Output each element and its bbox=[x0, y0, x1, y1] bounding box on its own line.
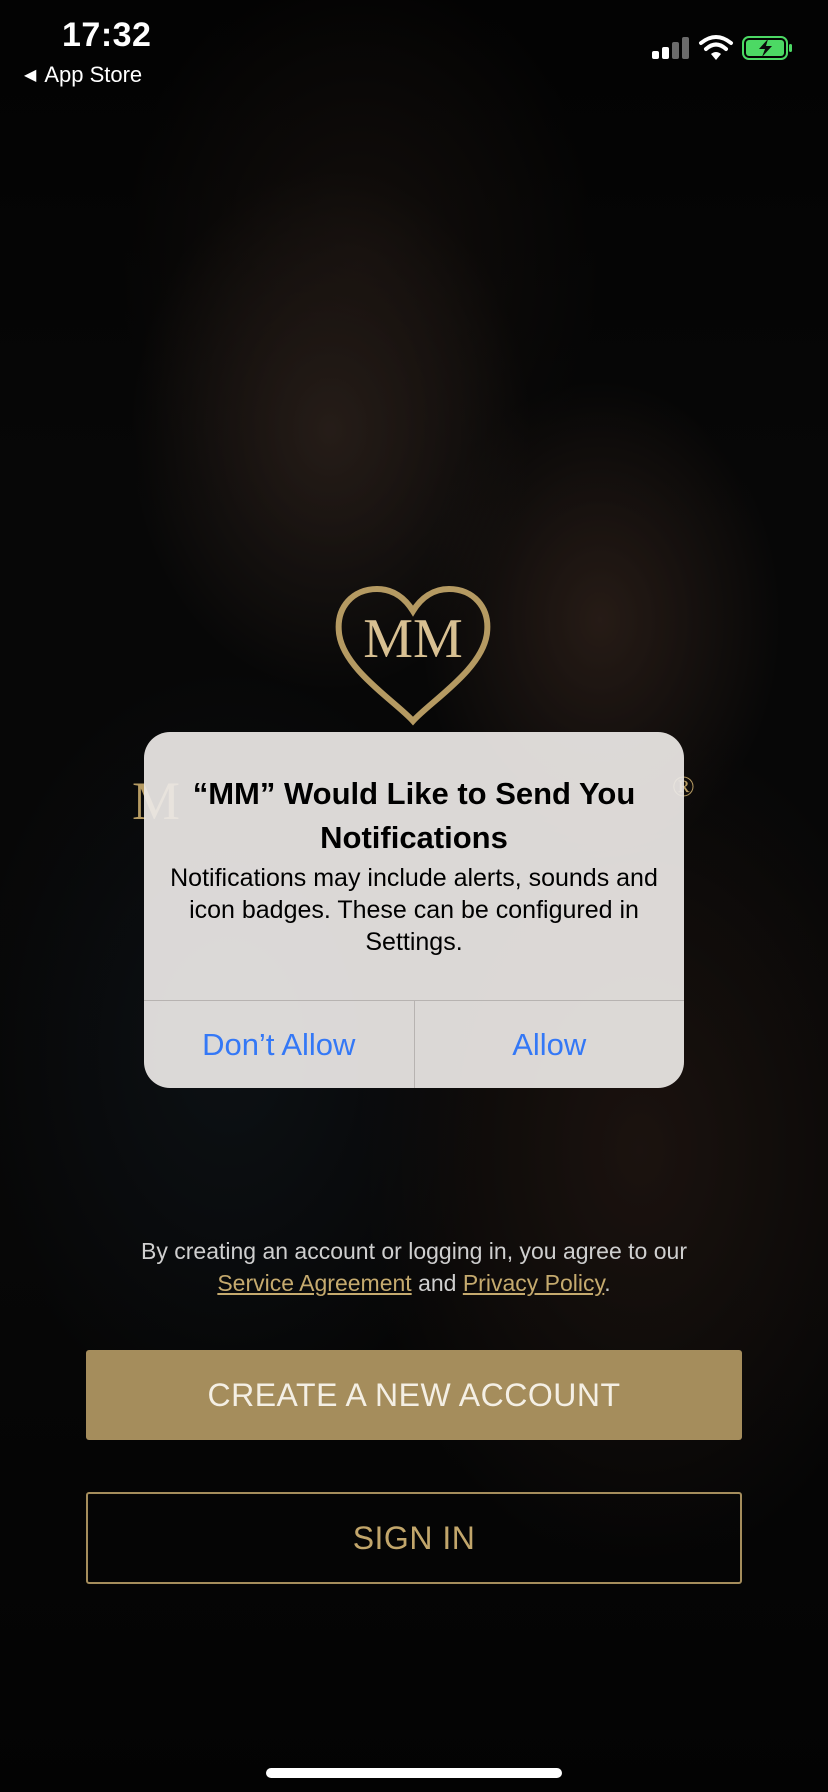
sign-in-button[interactable]: SIGN IN bbox=[86, 1492, 742, 1584]
legal-suffix: . bbox=[604, 1270, 611, 1296]
legal-and: and bbox=[418, 1270, 457, 1296]
back-to-app-store[interactable]: ◀ App Store bbox=[24, 62, 142, 88]
allow-button[interactable]: Allow bbox=[413, 1001, 685, 1088]
notification-permission-alert: “MM” Would Like to Send You Notification… bbox=[144, 732, 684, 1088]
alert-message: Notifications may include alerts, sounds… bbox=[170, 864, 658, 956]
alert-actions: Don’t Allow Allow bbox=[144, 1000, 684, 1088]
status-bar: 17:32 ◀ App Store bbox=[0, 0, 828, 90]
battery-charging-icon bbox=[742, 36, 792, 60]
mm-heart-logo: MM bbox=[335, 585, 491, 726]
legal-prefix: By creating an account or logging in, yo… bbox=[141, 1238, 687, 1264]
alert-title: “MM” Would Like to Send You Notification… bbox=[192, 776, 636, 855]
legal-notice: By creating an account or logging in, yo… bbox=[0, 1235, 828, 1299]
wifi-icon bbox=[699, 35, 733, 60]
cellular-signal-icon bbox=[652, 37, 690, 59]
back-triangle-icon: ◀ bbox=[24, 67, 37, 84]
status-time: 17:32 bbox=[62, 16, 152, 54]
home-indicator[interactable] bbox=[266, 1768, 562, 1778]
back-label: App Store bbox=[44, 62, 143, 87]
privacy-policy-link[interactable]: Privacy Policy bbox=[463, 1270, 604, 1296]
logo-monogram: MM bbox=[363, 608, 463, 670]
create-account-button[interactable]: CREATE A NEW ACCOUNT bbox=[86, 1350, 742, 1440]
dont-allow-button[interactable]: Don’t Allow bbox=[144, 1001, 414, 1088]
service-agreement-link[interactable]: Service Agreement bbox=[217, 1270, 411, 1296]
